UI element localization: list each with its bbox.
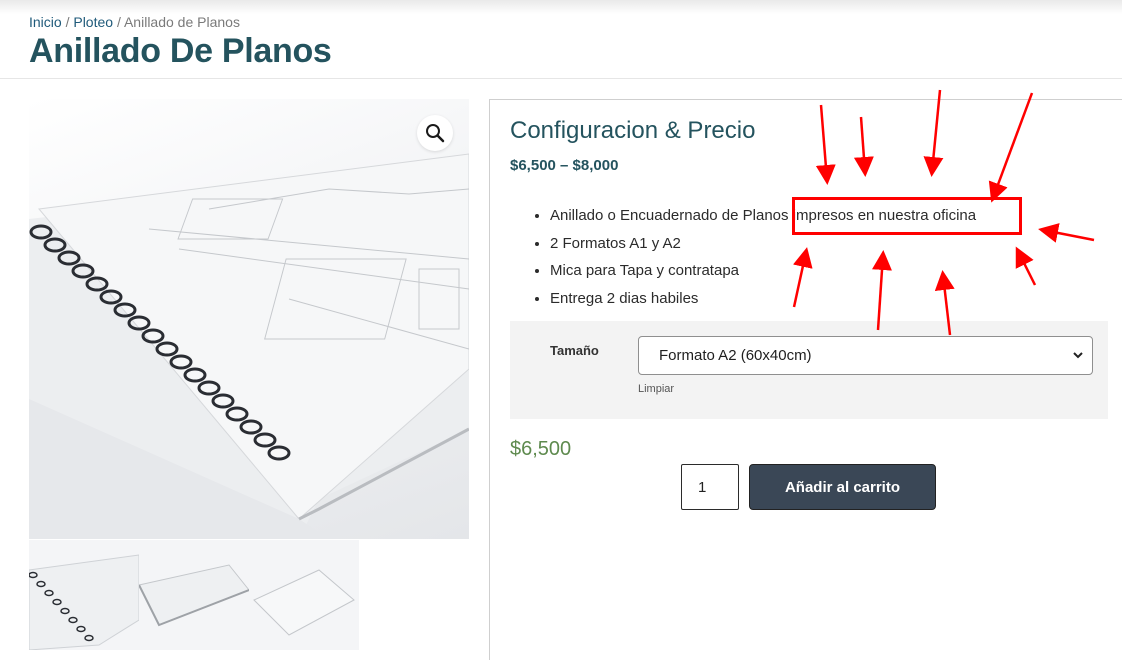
annotation-highlight-box bbox=[792, 197, 1022, 235]
price-range: $6,500 – $8,000 bbox=[510, 157, 619, 174]
feature-text: Anillado o Encuadernado de Planos bbox=[550, 207, 789, 224]
breadcrumb: Inicio / Ploteo / Anillado de Planos bbox=[29, 14, 240, 30]
top-shadow bbox=[0, 0, 1122, 14]
add-to-cart-button[interactable]: Añadir al carrito bbox=[749, 464, 936, 510]
size-select-value: Formato A2 (60x40cm) bbox=[659, 347, 812, 364]
page-title: Anillado De Planos bbox=[29, 32, 332, 70]
current-price: $6,500 bbox=[510, 438, 572, 460]
breadcrumb-category-link[interactable]: Ploteo bbox=[73, 14, 113, 30]
magnifier-icon bbox=[426, 124, 445, 143]
breadcrumb-home-link[interactable]: Inicio bbox=[29, 14, 62, 30]
product-main-image[interactable] bbox=[29, 99, 469, 539]
list-item: 2 Formatos A1 y A2 bbox=[550, 232, 976, 260]
thumbnail-3[interactable] bbox=[249, 540, 359, 650]
header-divider bbox=[0, 78, 1122, 79]
clear-selection-link[interactable]: Limpiar bbox=[638, 383, 674, 395]
thumbnail-photo bbox=[253, 569, 355, 636]
list-item: Mica para Tapa y contratapa bbox=[550, 259, 976, 287]
size-label: Tamaño bbox=[550, 343, 599, 358]
thumbnail-1[interactable] bbox=[29, 540, 139, 650]
thumbnail-photo bbox=[139, 564, 249, 627]
spiral-binder-photo bbox=[29, 153, 469, 539]
breadcrumb-separator: / bbox=[116, 14, 121, 30]
zoom-button[interactable] bbox=[417, 115, 453, 151]
chevron-down-icon bbox=[1073, 352, 1083, 359]
product-thumbnails bbox=[29, 540, 359, 650]
size-select[interactable]: Formato A2 (60x40cm) bbox=[638, 336, 1093, 375]
quantity-input[interactable] bbox=[681, 464, 739, 510]
thumbnail-photo bbox=[29, 554, 139, 650]
breadcrumb-current: Anillado de Planos bbox=[123, 14, 240, 30]
thumbnail-2[interactable] bbox=[139, 540, 249, 650]
configuration-title: Configuracion & Precio bbox=[510, 117, 756, 144]
list-item: Entrega 2 dias habiles bbox=[550, 287, 976, 315]
breadcrumb-separator: / bbox=[65, 14, 70, 30]
